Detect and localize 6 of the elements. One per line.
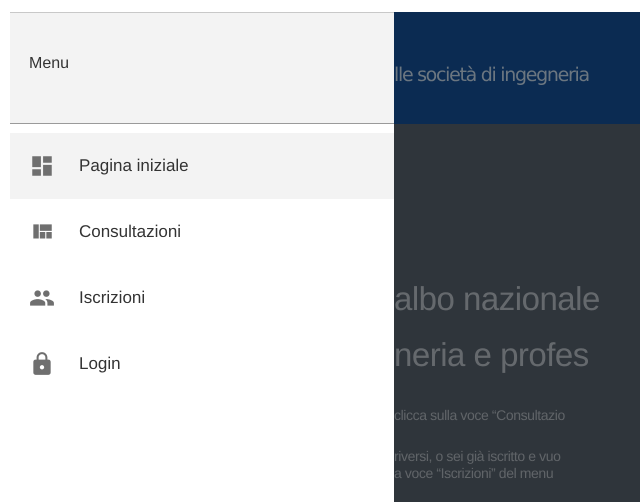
header-text: lle società di ingegneria bbox=[394, 62, 589, 86]
menu-item[interactable]: Consultazioni bbox=[10, 199, 394, 265]
menu-item[interactable]: Login bbox=[10, 331, 394, 397]
menu-item[interactable]: Pagina iniziale bbox=[10, 133, 394, 199]
menu-item[interactable]: Iscrizioni bbox=[10, 265, 394, 331]
drawer-title: Menu bbox=[29, 55, 70, 72]
